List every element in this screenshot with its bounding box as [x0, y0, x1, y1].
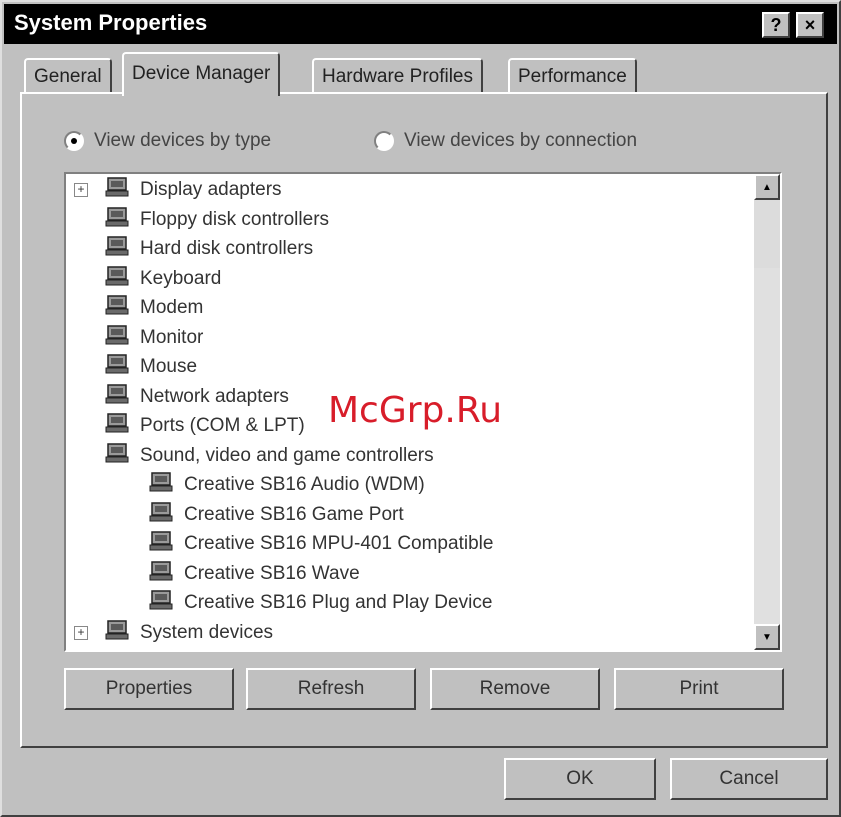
system-properties-window: System Properties ? × General Device Man… — [0, 0, 841, 817]
print-label: Print — [679, 678, 719, 699]
watermark: McGrp.Ru — [328, 390, 503, 431]
tree-item-label: Creative SB16 Audio (WDM) — [184, 474, 425, 495]
sound-device-icon — [148, 471, 184, 499]
ports-icon — [104, 412, 140, 440]
window-title: System Properties — [14, 10, 208, 35]
view-by-type-radio[interactable] — [64, 131, 84, 151]
sound-device-icon — [148, 589, 184, 617]
tree-item-label: Creative SB16 MPU-401 Compatible — [184, 533, 494, 554]
tree-item[interactable]: Modem — [104, 294, 203, 322]
tab-performance-label: Performance — [518, 66, 627, 87]
modem-icon — [104, 294, 140, 322]
tree-item-label: Network adapters — [140, 385, 289, 407]
tree-item[interactable]: Creative SB16 MPU-401 Compatible — [148, 530, 493, 558]
tree-item-label: Sound, video and game controllers — [140, 444, 434, 466]
tree-item[interactable]: Keyboard — [104, 265, 221, 293]
tree-scrollbar[interactable]: ▲ ▼ — [754, 174, 780, 650]
scroll-up-button[interactable]: ▲ — [754, 174, 780, 200]
tab-device-manager-label: Device Manager — [132, 63, 271, 84]
refresh-label: Refresh — [297, 678, 365, 699]
tree-item-label: Floppy disk controllers — [140, 208, 330, 230]
tree-item-label: Monitor — [140, 326, 204, 348]
tree-item-label: Ports (COM & LPT) — [140, 415, 305, 436]
tree-item[interactable]: Creative SB16 Wave — [148, 560, 360, 588]
tree-item-label: Modem — [140, 297, 204, 318]
cancel-button[interactable]: Cancel — [670, 758, 828, 800]
sound-device-icon — [148, 501, 184, 529]
remove-button[interactable]: Remove — [430, 668, 600, 710]
tree-item[interactable]: Hard disk controllers — [104, 235, 313, 263]
close-icon: × — [804, 15, 816, 35]
tree-item[interactable]: Creative SB16 Game Port — [148, 501, 404, 529]
tree-item-label: Creative SB16 Wave — [184, 562, 360, 584]
scroll-down-button[interactable]: ▼ — [754, 624, 780, 650]
view-by-type-label: View devices by type — [94, 130, 272, 151]
tab-hardware-profiles-label: Hardware Profiles — [322, 66, 473, 87]
sound-controller-icon — [104, 442, 140, 470]
tree-item[interactable]: Sound, video and game controllers — [104, 442, 434, 470]
refresh-button[interactable]: Refresh — [246, 668, 416, 710]
tree-item-label: Creative SB16 Plug and Play Device — [184, 592, 493, 613]
mouse-icon — [104, 353, 140, 381]
title-bar[interactable]: System Properties ? × — [4, 4, 837, 44]
tree-item[interactable]: System devices — [104, 619, 273, 647]
view-by-type-option[interactable]: View devices by type — [64, 130, 271, 152]
close-button[interactable]: × — [796, 12, 824, 38]
cancel-label: Cancel — [719, 768, 779, 789]
tree-item-label: System devices — [140, 621, 274, 643]
help-button[interactable]: ? — [762, 12, 790, 38]
ok-button[interactable]: OK — [504, 758, 656, 800]
network-adapter-icon — [104, 383, 140, 411]
scroll-thumb[interactable] — [754, 200, 780, 268]
view-by-connection-option[interactable]: View devices by connection — [374, 130, 637, 152]
tree-item[interactable]: Monitor — [104, 324, 203, 352]
ok-label: OK — [566, 768, 594, 789]
tab-general-label: General — [34, 66, 102, 87]
tree-item[interactable]: Mouse — [104, 353, 197, 381]
tree-item-label: Keyboard — [140, 267, 222, 289]
print-button[interactable]: Print — [614, 668, 784, 710]
scroll-up-icon: ▲ — [762, 181, 772, 193]
tab-performance[interactable]: Performance — [508, 58, 637, 94]
tree-item[interactable]: Creative SB16 Audio (WDM) — [148, 471, 425, 499]
sound-device-icon — [148, 560, 184, 588]
keyboard-icon — [104, 265, 140, 293]
remove-label: Remove — [479, 678, 551, 699]
monitor-icon — [104, 324, 140, 352]
tab-general[interactable]: General — [24, 58, 112, 94]
view-by-connection-radio[interactable] — [374, 131, 394, 151]
sound-device-icon — [148, 530, 184, 558]
tree-item-label: Hard disk controllers — [140, 238, 314, 259]
view-by-connection-label: View devices by connection — [404, 130, 638, 151]
tree-item[interactable]: Display adapters — [104, 176, 282, 204]
tree-expander[interactable]: + — [74, 183, 88, 197]
hard-disk-controller-icon — [104, 235, 140, 263]
properties-button[interactable]: Properties — [64, 668, 234, 710]
tab-hardware-profiles[interactable]: Hardware Profiles — [312, 58, 483, 94]
tree-item[interactable]: Creative SB16 Plug and Play Device — [148, 589, 492, 617]
tree-item-label: Display adapters — [140, 179, 282, 200]
tree-item-label: Creative SB16 Game Port — [184, 503, 404, 525]
tree-item[interactable]: Ports (COM & LPT) — [104, 412, 305, 440]
tree-item[interactable]: Network adapters — [104, 383, 289, 411]
properties-label: Properties — [105, 678, 193, 699]
scroll-down-icon: ▼ — [762, 631, 772, 643]
tab-device-manager[interactable]: Device Manager — [122, 52, 281, 96]
help-icon: ? — [770, 15, 782, 35]
tree-expander[interactable]: + — [74, 625, 88, 640]
floppy-controller-icon — [104, 206, 140, 234]
system-devices-icon — [104, 619, 140, 647]
tree-item-label: Mouse — [140, 356, 198, 377]
tree-item[interactable]: Floppy disk controllers — [104, 206, 329, 234]
display-adapter-icon — [104, 176, 140, 204]
